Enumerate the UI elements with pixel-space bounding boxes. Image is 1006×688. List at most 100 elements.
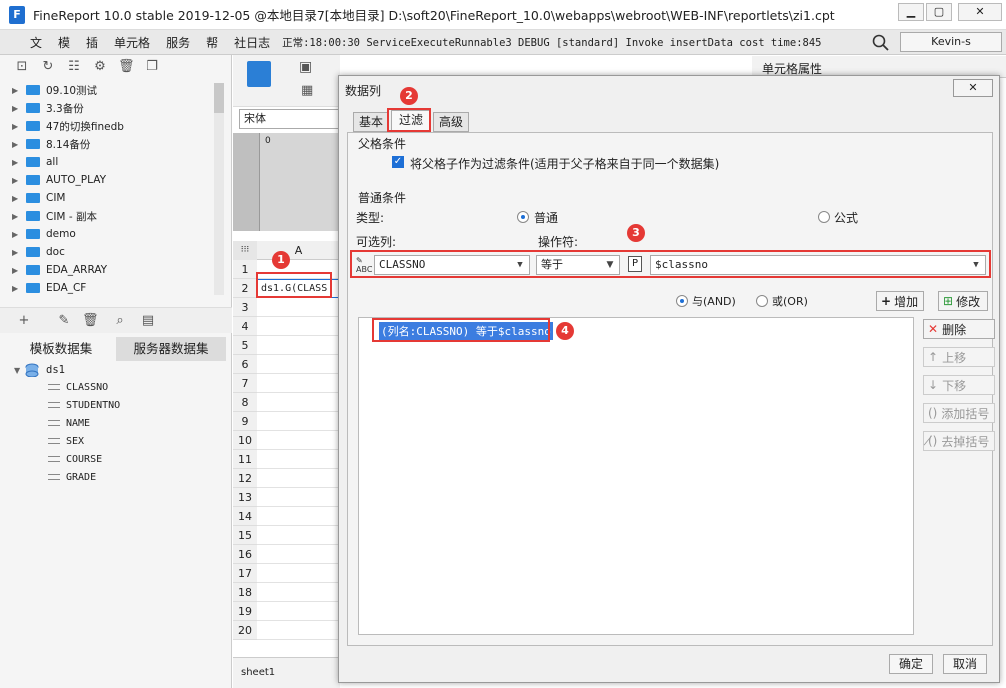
- chevron-right-icon[interactable]: ▶: [12, 212, 22, 221]
- tab-server-dataset[interactable]: 服务器数据集: [116, 337, 226, 361]
- dataset-field[interactable]: GRADE: [48, 468, 96, 486]
- chevron-right-icon[interactable]: ▶: [12, 140, 22, 149]
- tab-basic[interactable]: 基本: [353, 112, 389, 132]
- chevron-right-icon[interactable]: ▶: [12, 104, 22, 113]
- chevron-right-icon[interactable]: ▶: [12, 86, 22, 95]
- refresh-icon[interactable]: ↻: [40, 59, 56, 75]
- row-header[interactable]: 17: [233, 564, 257, 583]
- row-header[interactable]: 19: [233, 602, 257, 621]
- preview-dataset-icon[interactable]: ⌕: [112, 313, 128, 329]
- menu-template[interactable]: 模: [50, 34, 78, 51]
- move-up-button[interactable]: ↑ 上移: [923, 347, 995, 367]
- chevron-right-icon[interactable]: ▶: [12, 158, 22, 167]
- corner-grid-icon[interactable]: ⁝⁝⁝: [233, 241, 257, 260]
- row-header[interactable]: 14: [233, 507, 257, 526]
- maximize-button[interactable]: ▢: [926, 3, 952, 21]
- type-formula-radio[interactable]: [818, 211, 830, 223]
- tree-item[interactable]: ▶ doc: [12, 243, 65, 261]
- row-header[interactable]: 13: [233, 488, 257, 507]
- row-header[interactable]: 20: [233, 621, 257, 640]
- tab-template-dataset[interactable]: 模板数据集: [6, 337, 116, 361]
- menu-help[interactable]: 帮: [198, 34, 226, 51]
- user-account[interactable]: Kevin-s: [900, 32, 1002, 52]
- tree-item[interactable]: ▶ all: [12, 153, 58, 171]
- type-normal-radio[interactable]: [517, 211, 529, 223]
- grid-icon[interactable]: ▦: [301, 83, 313, 98]
- chevron-right-icon[interactable]: ▶: [12, 266, 22, 275]
- tree-item[interactable]: ▶ AUTO_PLAY: [12, 171, 106, 189]
- chevron-right-icon[interactable]: ▶: [12, 230, 22, 239]
- row-header[interactable]: 2: [233, 279, 257, 298]
- row-header[interactable]: 6: [233, 355, 257, 374]
- row-header[interactable]: 11: [233, 450, 257, 469]
- row-header[interactable]: 8: [233, 393, 257, 412]
- row-header[interactable]: 3: [233, 298, 257, 317]
- tree-item[interactable]: ▶ 8.14备份: [12, 135, 90, 153]
- move-down-button[interactable]: ↓ 下移: [923, 375, 995, 395]
- delete-dataset-icon[interactable]: 🗑: [82, 313, 99, 329]
- search-icon[interactable]: [872, 34, 890, 52]
- condition-list[interactable]: (列名:CLASSNO) 等于$classno: [358, 317, 914, 635]
- dataset-props-icon[interactable]: ▤: [140, 313, 156, 329]
- new-folder-icon[interactable]: ⊡: [14, 59, 30, 75]
- parent-checkbox[interactable]: ✓: [392, 156, 404, 168]
- add-condition-button[interactable]: + 增加: [876, 291, 924, 311]
- menu-file[interactable]: 文: [22, 34, 50, 51]
- menu-server[interactable]: 服务: [158, 34, 198, 51]
- row-header[interactable]: 15: [233, 526, 257, 545]
- settings-icon[interactable]: ⚙: [92, 59, 108, 75]
- menu-cell[interactable]: 单元格: [106, 34, 158, 51]
- sheet-tab[interactable]: sheet1: [241, 667, 275, 678]
- dataset-field[interactable]: STUDENTNO: [48, 396, 120, 414]
- tree-scrollbar[interactable]: [214, 83, 224, 295]
- modify-condition-button[interactable]: ⊞ 修改: [938, 291, 988, 311]
- copy-icon[interactable]: ❐: [144, 59, 160, 75]
- menu-community-log[interactable]: 社日志: [226, 34, 278, 51]
- or-radio[interactable]: [756, 295, 768, 307]
- dataset-field[interactable]: CLASSNO: [48, 378, 108, 396]
- font-select[interactable]: 宋体: [239, 109, 339, 129]
- chevron-right-icon[interactable]: ▶: [12, 284, 22, 293]
- dataset-field[interactable]: SEX: [48, 432, 84, 450]
- row-header[interactable]: 7: [233, 374, 257, 393]
- chevron-right-icon[interactable]: ▶: [12, 176, 22, 185]
- row-header[interactable]: 12: [233, 469, 257, 488]
- tab-advanced[interactable]: 高级: [433, 112, 469, 132]
- row-header[interactable]: 16: [233, 545, 257, 564]
- tree-item[interactable]: ▶ 47的切换finedb: [12, 117, 124, 135]
- column-header-a[interactable]: A: [257, 241, 340, 260]
- delete-icon[interactable]: 🗑: [118, 59, 135, 75]
- chevron-right-icon[interactable]: ▶: [12, 194, 22, 203]
- and-radio[interactable]: [676, 295, 688, 307]
- delete-condition-button[interactable]: ✕ 删除: [923, 319, 995, 339]
- ok-button[interactable]: 确定: [889, 654, 933, 674]
- dataset-node[interactable]: ▼ ds1: [14, 361, 65, 379]
- template-icon[interactable]: [247, 61, 271, 87]
- tree-item[interactable]: ▶ demo: [12, 225, 76, 243]
- menu-insert[interactable]: 插: [78, 34, 106, 51]
- save-icon[interactable]: ▣: [299, 59, 312, 75]
- tree-item[interactable]: ▶ EDA_ARRAY: [12, 261, 107, 279]
- edit-dataset-icon[interactable]: ✎: [56, 313, 72, 329]
- tree-item[interactable]: ▶ CIM: [12, 189, 66, 207]
- remove-bracket-button[interactable]: (̸) 去掉括号: [923, 431, 995, 451]
- dialog-close-button[interactable]: ✕: [953, 79, 993, 97]
- row-header[interactable]: 10: [233, 431, 257, 450]
- row-header[interactable]: 5: [233, 336, 257, 355]
- row-header[interactable]: 9: [233, 412, 257, 431]
- tree-item[interactable]: ▶ EDA_CF: [12, 279, 86, 297]
- row-header[interactable]: 4: [233, 317, 257, 336]
- add-bracket-button[interactable]: () 添加括号: [923, 403, 995, 423]
- tree-item[interactable]: ▶ CIM - 副本: [12, 207, 97, 225]
- row-header[interactable]: 1: [233, 260, 257, 279]
- chevron-right-icon[interactable]: ▶: [12, 248, 22, 257]
- chevron-right-icon[interactable]: ▶: [12, 122, 22, 131]
- dataset-field[interactable]: COURSE: [48, 450, 102, 468]
- row-header[interactable]: 18: [233, 583, 257, 602]
- cancel-button[interactable]: 取消: [943, 654, 987, 674]
- edit-icon[interactable]: ☷: [66, 59, 82, 75]
- minimize-button[interactable]: ▁: [898, 3, 924, 21]
- add-dataset-icon[interactable]: +: [16, 313, 32, 329]
- tree-item[interactable]: ▶ 3.3备份: [12, 99, 84, 117]
- dataset-field[interactable]: NAME: [48, 414, 90, 432]
